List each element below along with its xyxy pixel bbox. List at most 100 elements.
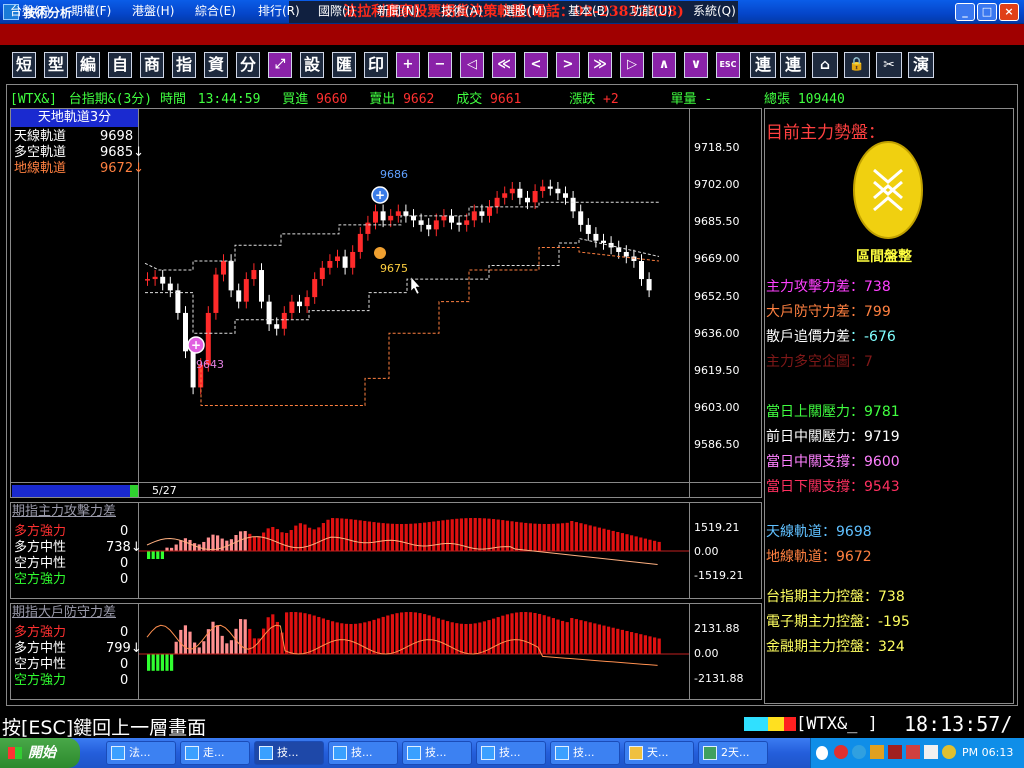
home-icon[interactable]: ⌂ <box>812 52 838 78</box>
candle-body <box>502 193 508 198</box>
toolbar-split-button[interactable]: 分 <box>236 52 260 78</box>
forward-icon[interactable]: > <box>556 52 580 78</box>
taskbar-item[interactable]: 2天... <box>698 741 768 765</box>
symbol-input[interactable]: [WTX&_ ] <box>796 714 878 734</box>
menu-item-stock-select[interactable]: 選股(M) <box>503 2 547 20</box>
fast-back-icon[interactable]: ≪ <box>492 52 516 78</box>
menu-item-system[interactable]: 系統(Q) <box>693 2 736 20</box>
toolbar-edit-button[interactable]: 編 <box>76 52 100 78</box>
taskbar-item[interactable]: 法... <box>106 741 176 765</box>
taskbar-item-label: 技... <box>425 746 447 759</box>
minus-icon[interactable]: − <box>428 52 452 78</box>
sub2-legend-1: 多方中性 <box>14 641 67 656</box>
ground-line-series <box>200 246 660 406</box>
toolbar-demo-button[interactable]: 演 <box>908 52 934 78</box>
diff-bar <box>340 623 344 654</box>
candle-body <box>426 224 432 230</box>
back-icon[interactable]: < <box>524 52 548 78</box>
down-icon[interactable]: ∨ <box>684 52 708 78</box>
maximize-button[interactable]: □ <box>977 3 997 21</box>
candle-body <box>350 251 356 268</box>
menu-item-news[interactable]: 新聞(N) <box>377 2 419 20</box>
diff-bar <box>174 544 178 551</box>
taskbar-item[interactable]: 天... <box>624 741 694 765</box>
chart-date-label: 5/27 <box>152 484 177 497</box>
menu-item-taipan[interactable]: 台盤(T) <box>10 2 51 20</box>
tray-volume-icon[interactable] <box>942 745 956 759</box>
diff-bar <box>321 618 325 654</box>
toolbar-indicator-button[interactable]: 指 <box>172 52 196 78</box>
menu-item-composite[interactable]: 綜合(E) <box>195 2 236 20</box>
tray-app-icon[interactable] <box>924 745 938 759</box>
toolbar-print-button[interactable]: 印 <box>364 52 388 78</box>
menu-item-options[interactable]: 期權(F) <box>71 2 111 20</box>
esc-icon[interactable]: ESC <box>716 52 740 78</box>
diff-bar <box>648 636 652 654</box>
toolbar-link-button[interactable]: 連 <box>750 52 776 78</box>
taskbar-item[interactable]: 技... <box>402 741 472 765</box>
diff-bar <box>409 523 413 551</box>
tray-app-icon[interactable] <box>888 745 902 759</box>
candle-body <box>297 301 302 307</box>
diff-bar <box>404 523 408 551</box>
toolbar-custom-button[interactable]: 自 <box>108 52 132 78</box>
taskbar-item[interactable]: 技... <box>550 741 620 765</box>
toolbar-commodity-button[interactable]: 商 <box>140 52 164 78</box>
chart-zoom-icon[interactable]: ⤢ <box>268 52 292 78</box>
main-chart-axis-divider <box>689 109 690 497</box>
first-page-icon[interactable]: ◁ <box>460 52 484 78</box>
up-icon[interactable]: ∧ <box>652 52 676 78</box>
sub1-y-tick: 1519.21 <box>694 521 740 534</box>
sub1-y-tick: 0.00 <box>694 545 719 558</box>
y-tick: 9685.50 <box>694 215 740 228</box>
stat-label: 散戶追價力差 <box>766 329 850 345</box>
taskbar-item[interactable]: 技... <box>254 741 324 765</box>
tray-app-icon[interactable] <box>852 745 866 759</box>
taskbar-item[interactable]: 技... <box>328 741 398 765</box>
legend-ground-line-name: 地線軌道 <box>14 161 67 176</box>
diff-bar <box>505 614 509 654</box>
tray-arrow-icon[interactable] <box>816 746 828 760</box>
plus-icon[interactable]: + <box>396 52 420 78</box>
last-page-icon[interactable]: ▷ <box>620 52 644 78</box>
candle-body <box>304 297 310 307</box>
scroll-bar[interactable] <box>12 485 138 497</box>
tray-app-icon[interactable] <box>834 745 848 759</box>
diff-bar <box>326 619 330 654</box>
menu-item-hk[interactable]: 港盤(H) <box>132 2 174 20</box>
taskbar-item[interactable]: 技... <box>476 741 546 765</box>
chart-app-icon <box>407 746 421 760</box>
menu-item-functions[interactable]: 功能(U) <box>630 2 672 20</box>
candlestick-plot[interactable]: + + <box>139 127 689 482</box>
diff-bar <box>326 519 330 551</box>
menu-item-international[interactable]: 國際(I) <box>318 2 355 20</box>
menu-item-fundamental[interactable]: 基本(B) <box>568 2 610 20</box>
sub2-y-tick: 2131.88 <box>694 622 740 635</box>
lock-icon[interactable]: 🔒 <box>844 52 870 78</box>
candle-body <box>213 274 219 313</box>
toolbar-pattern-button[interactable]: 型 <box>44 52 68 78</box>
tray-app-icon[interactable] <box>906 745 920 759</box>
toolbar-export-button[interactable]: 匯 <box>332 52 356 78</box>
sub1-legend-0-value: 0 <box>120 524 129 539</box>
taskbar-item[interactable]: 走... <box>180 741 250 765</box>
diff-bar <box>367 521 371 551</box>
toolbar-short-button[interactable]: 短 <box>12 52 36 78</box>
candle-body <box>532 191 538 203</box>
candle-body <box>487 206 492 216</box>
candle-body <box>319 267 325 280</box>
toolbar-settings-button[interactable]: 設 <box>300 52 324 78</box>
tray-app-icon[interactable] <box>870 745 884 759</box>
diff-bar <box>202 641 206 654</box>
minimize-button[interactable]: _ <box>955 3 975 21</box>
close-button[interactable]: × <box>999 3 1019 21</box>
menu-item-technical[interactable]: 技術(A) <box>441 2 483 20</box>
toolbar-data-button[interactable]: 資 <box>204 52 228 78</box>
toolbar-link2-button[interactable]: 連 <box>780 52 806 78</box>
scissors-icon[interactable]: ✂ <box>876 52 902 78</box>
candle-body <box>175 290 181 313</box>
diff-bar <box>156 551 160 559</box>
scroll-thumb[interactable] <box>130 485 138 497</box>
menu-item-ranking[interactable]: 排行(R) <box>258 2 300 20</box>
fast-forward-icon[interactable]: ≫ <box>588 52 612 78</box>
